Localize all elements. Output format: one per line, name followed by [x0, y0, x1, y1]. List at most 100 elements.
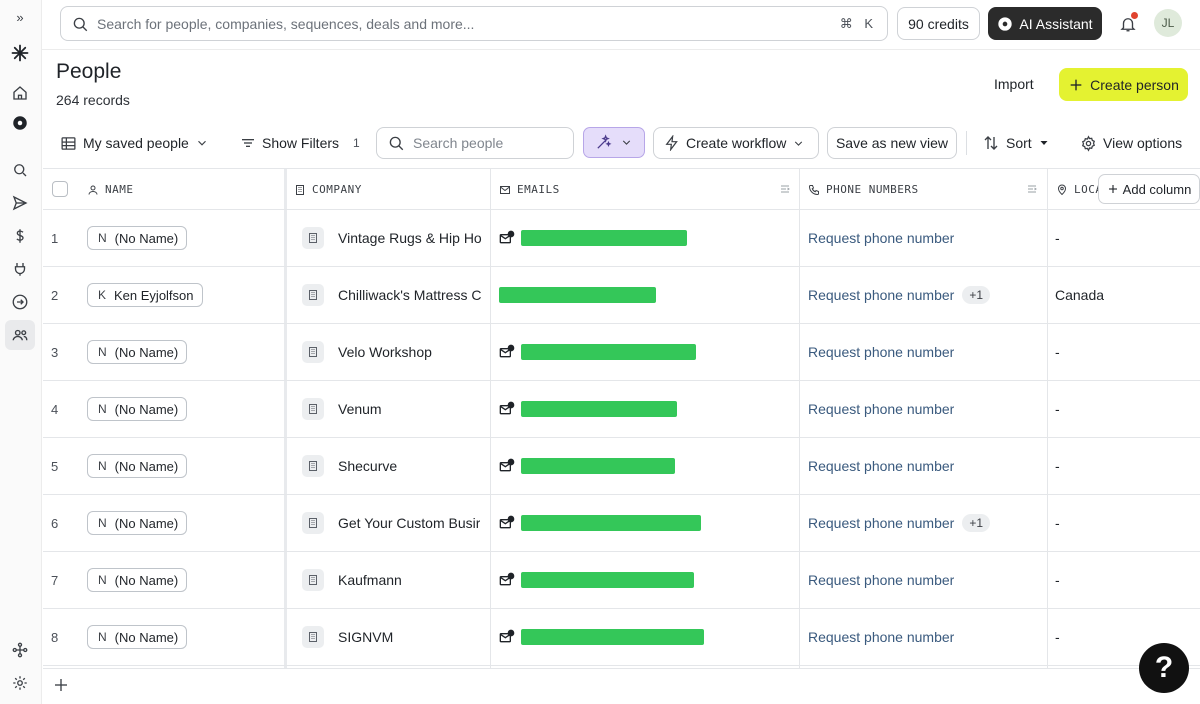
saved-view-dropdown[interactable]: My saved people	[60, 127, 209, 159]
company-cell[interactable]: Chilliwack's Mattress C	[302, 267, 484, 323]
column-header-phone[interactable]: PHONE NUMBERS	[808, 169, 919, 210]
request-phone-link[interactable]: Request phone number	[808, 515, 954, 531]
email-cell[interactable]	[499, 495, 799, 551]
person-chip[interactable]: N (No Name)	[87, 511, 188, 535]
home-icon[interactable]	[5, 78, 35, 108]
request-phone-link[interactable]: Request phone number	[808, 629, 954, 645]
email-cell[interactable]	[499, 324, 799, 380]
table-row[interactable]: 7 N (No Name) Kaufmann Request phone number -	[43, 552, 1200, 609]
dashboard-icon[interactable]	[5, 108, 35, 138]
request-phone-link[interactable]: Request phone number	[808, 458, 954, 474]
settings-gear-icon[interactable]	[5, 668, 35, 698]
create-person-button[interactable]: Create person	[1059, 68, 1188, 101]
phone-cell[interactable]: Request phone number	[808, 438, 954, 494]
email-cell[interactable]	[499, 438, 799, 494]
company-cell[interactable]: Kaufmann	[302, 552, 484, 608]
request-phone-link[interactable]: Request phone number	[808, 230, 954, 246]
view-options-label: View options	[1103, 135, 1183, 151]
person-name-cell[interactable]: N (No Name)	[87, 438, 188, 494]
save-as-new-view-button[interactable]: Save as new view	[827, 127, 957, 159]
phone-cell[interactable]: Request phone number	[808, 210, 954, 266]
table-row[interactable]: 5 N (No Name) Shecurve Request phone number -	[43, 438, 1200, 495]
add-row-plus-icon[interactable]	[53, 677, 71, 695]
ai-assistant-button[interactable]: AI Assistant	[988, 7, 1102, 40]
email-cell[interactable]	[499, 267, 799, 323]
verified-email-icon	[499, 230, 515, 244]
table-row[interactable]: 1 N (No Name) Vintage Rugs & Hip Ho Request …	[43, 210, 1200, 267]
request-phone-link[interactable]: Request phone number	[808, 287, 954, 303]
person-chip[interactable]: N (No Name)	[87, 397, 188, 421]
table-row[interactable]: 4 N (No Name) Venum Request phone number -	[43, 381, 1200, 438]
phone-cell[interactable]: Request phone number	[808, 552, 954, 608]
phone-cell[interactable]: Request phone number	[808, 609, 954, 665]
page-title: People	[56, 60, 122, 83]
table-row[interactable]: 8 N (No Name) SIGNVM Request phone number -	[43, 609, 1200, 666]
send-icon[interactable]	[5, 188, 35, 218]
company-cell[interactable]: Venum	[302, 381, 484, 437]
create-workflow-dropdown[interactable]: Create workflow	[653, 127, 819, 159]
person-name-cell[interactable]: N (No Name)	[87, 210, 188, 266]
person-chip[interactable]: N (No Name)	[87, 340, 188, 364]
request-phone-link[interactable]: Request phone number	[808, 401, 954, 417]
people-search-input[interactable]: Search people	[376, 127, 574, 159]
person-name-cell[interactable]: N (No Name)	[87, 381, 188, 437]
column-options-icon[interactable]	[1026, 183, 1038, 195]
person-chip[interactable]: K Ken Eyjolfson	[87, 283, 203, 307]
location-cell: -	[1055, 230, 1060, 246]
request-phone-link[interactable]: Request phone number	[808, 572, 954, 588]
email-cell[interactable]	[499, 609, 799, 665]
table-row[interactable]: 6 N (No Name) Get Your Custom Busir Request …	[43, 495, 1200, 552]
person-chip[interactable]: N (No Name)	[87, 226, 188, 250]
integrations-icon[interactable]	[5, 635, 35, 665]
import-button[interactable]: Import	[994, 76, 1034, 92]
column-header-company[interactable]: COMPANY	[294, 169, 362, 210]
table-row[interactable]: 3 N (No Name) Velo Workshop Request phone nu…	[43, 324, 1200, 381]
select-all-checkbox[interactable]	[52, 181, 68, 197]
notifications-bell-icon[interactable]	[1116, 12, 1140, 36]
search-icon[interactable]	[5, 155, 35, 185]
person-name-cell[interactable]: N (No Name)	[87, 324, 188, 380]
sort-dropdown[interactable]: Sort	[982, 127, 1050, 159]
person-chip[interactable]: N (No Name)	[87, 454, 188, 478]
company-cell[interactable]: Vintage Rugs & Hip Ho	[302, 210, 484, 266]
person-name-cell[interactable]: N (No Name)	[87, 609, 188, 665]
people-icon[interactable]	[5, 320, 35, 350]
company-cell[interactable]: Get Your Custom Busir	[302, 495, 484, 551]
view-options-button[interactable]: View options	[1080, 127, 1182, 159]
email-cell[interactable]	[499, 552, 799, 608]
phone-cell[interactable]: Request phone number +1	[808, 267, 991, 323]
column-header-name[interactable]: NAME	[87, 169, 134, 210]
person-name-cell[interactable]: N (No Name)	[87, 552, 188, 608]
user-avatar[interactable]: JL	[1154, 9, 1182, 37]
company-cell[interactable]: Shecurve	[302, 438, 484, 494]
credits-button[interactable]: 90 credits	[897, 7, 980, 40]
help-button[interactable]: ?	[1139, 643, 1189, 693]
sign-in-icon[interactable]	[5, 287, 35, 317]
column-header-emails[interactable]: EMAILS	[499, 169, 560, 210]
phone-cell[interactable]: Request phone number	[808, 324, 954, 380]
person-name-cell[interactable]: K Ken Eyjolfson	[87, 267, 203, 323]
global-search-input[interactable]: Search for people, companies, sequences,…	[60, 6, 888, 41]
phone-cell[interactable]: Request phone number	[808, 381, 954, 437]
phone-cell[interactable]: Request phone number +1	[808, 495, 991, 551]
company-cell[interactable]: SIGNVM	[302, 609, 484, 665]
request-phone-link[interactable]: Request phone number	[808, 344, 954, 360]
table-row[interactable]: 2 K Ken Eyjolfson Chilliwack's Mattress C Re…	[43, 267, 1200, 324]
ai-filter-button[interactable]	[583, 127, 645, 158]
company-cell[interactable]: Velo Workshop	[302, 324, 484, 380]
expand-rail-icon[interactable]: »	[5, 2, 35, 32]
email-cell[interactable]	[499, 210, 799, 266]
show-filters-button[interactable]: Show Filters 1	[240, 127, 360, 159]
column-header-location[interactable]: LOCA	[1056, 169, 1103, 210]
person-chip[interactable]: N (No Name)	[87, 568, 188, 592]
person-name-cell[interactable]: N (No Name)	[87, 495, 188, 551]
extra-phone-badge[interactable]: +1	[962, 514, 991, 532]
add-column-button[interactable]: Add column	[1098, 174, 1200, 204]
column-options-icon[interactable]	[779, 183, 791, 195]
extra-phone-badge[interactable]: +1	[962, 286, 991, 304]
apollo-logo-icon[interactable]	[5, 38, 35, 68]
email-cell[interactable]	[499, 381, 799, 437]
plug-icon[interactable]	[5, 254, 35, 284]
person-chip[interactable]: N (No Name)	[87, 625, 188, 649]
dollar-icon[interactable]	[5, 221, 35, 251]
